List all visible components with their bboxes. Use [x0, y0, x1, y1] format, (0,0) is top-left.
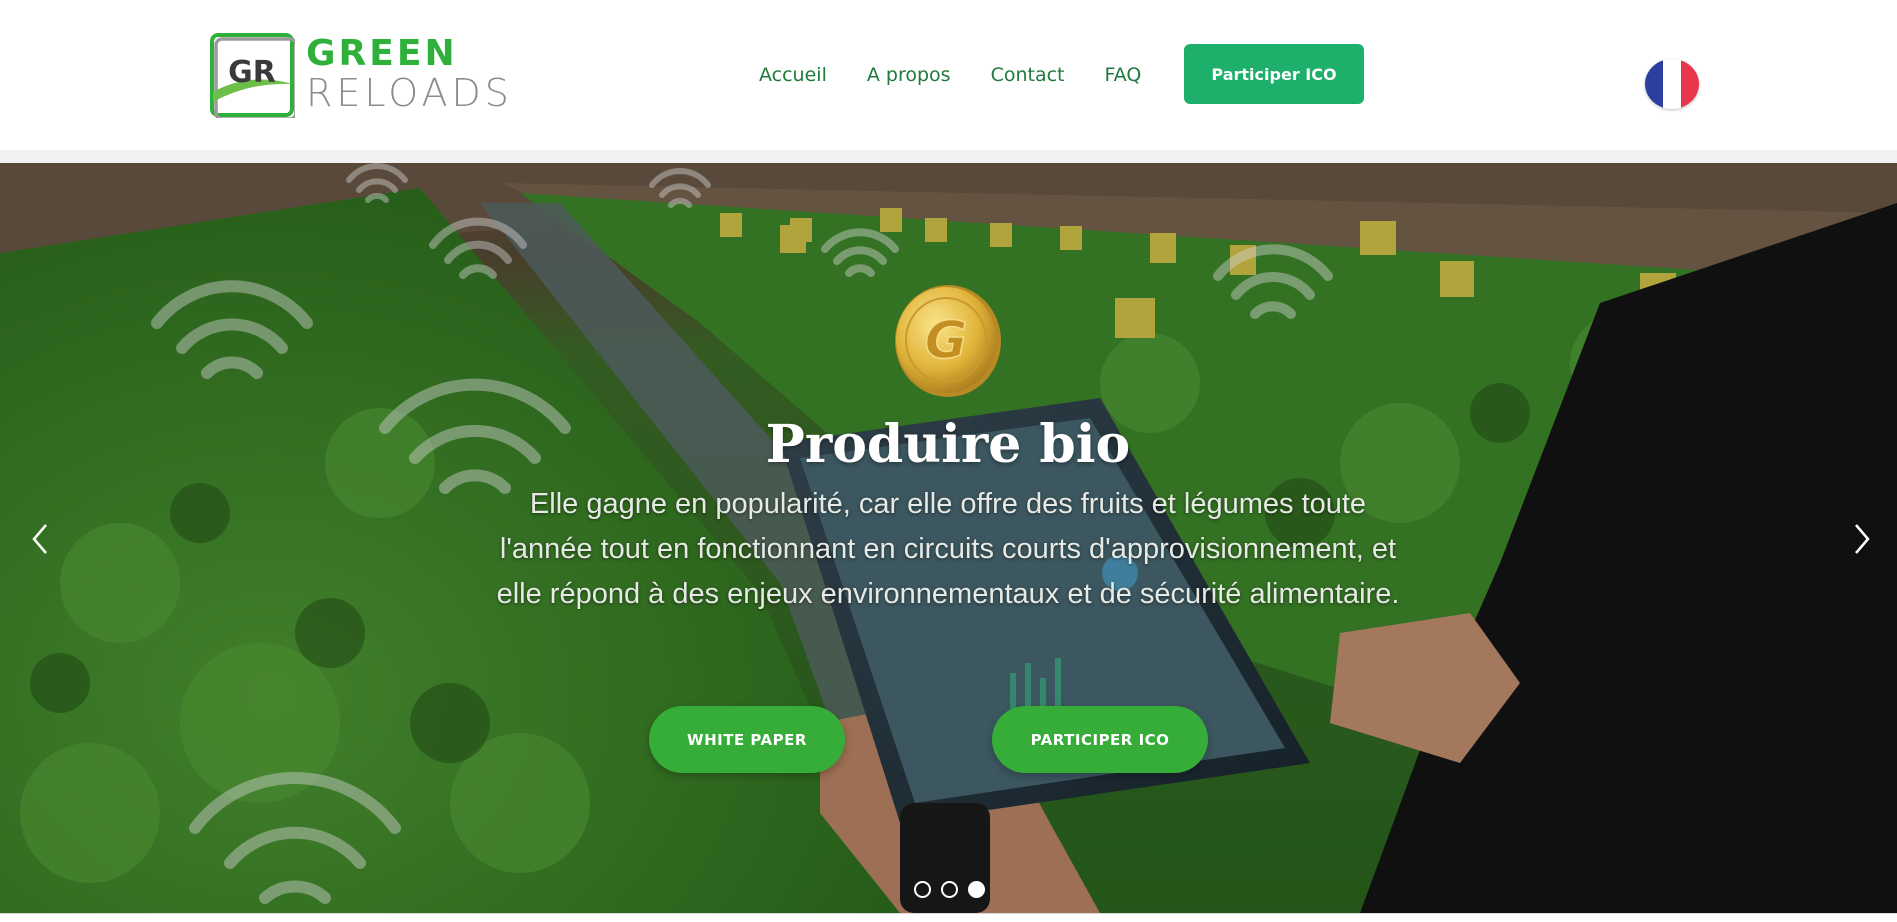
nav-item-contact[interactable]: Contact: [991, 60, 1065, 90]
nav-item-accueil[interactable]: Accueil: [759, 60, 827, 90]
logo[interactable]: GR GREEN RELOADS: [209, 30, 573, 120]
nav-item-a-propos[interactable]: A propos: [867, 60, 951, 90]
chevron-right-icon[interactable]: [1846, 519, 1876, 559]
participate-ico-hero-button[interactable]: PARTICIPER ICO: [992, 706, 1208, 773]
french-flag-icon[interactable]: [1645, 59, 1699, 109]
nav-item-faq[interactable]: FAQ: [1104, 60, 1141, 90]
header-divider: [0, 150, 1897, 163]
logo-word-reloads: RELOADS: [306, 71, 513, 115]
slider-dot-2[interactable]: [941, 881, 958, 898]
coin-letter: G: [925, 311, 968, 371]
logo-mark-letters: GR: [228, 55, 276, 90]
main-nav: Accueil A propos Contact FAQ: [759, 60, 1141, 90]
chevron-left-icon[interactable]: [26, 519, 56, 559]
hero-description: Elle gagne en popularité, car elle offre…: [496, 488, 1400, 610]
participate-ico-button[interactable]: Participer ICO: [1184, 44, 1364, 104]
white-paper-button[interactable]: WHITE PAPER: [649, 706, 845, 773]
hero-title: Produire bio: [765, 414, 1131, 475]
logo-mark-icon: GR: [210, 33, 295, 118]
slider-dot-3[interactable]: [968, 881, 985, 898]
page-bottom-edge: [0, 913, 1897, 922]
slider-dots: [914, 881, 985, 898]
logo-word-green: GREEN: [306, 33, 458, 74]
gold-coin-icon: G: [895, 285, 1001, 397]
site-header: GR GREEN RELOADS Accueil A propos Contac…: [0, 0, 1897, 150]
hero-slider: G Produire bio Elle gagne en popularité,…: [0, 163, 1897, 913]
slider-dot-1[interactable]: [914, 881, 931, 898]
